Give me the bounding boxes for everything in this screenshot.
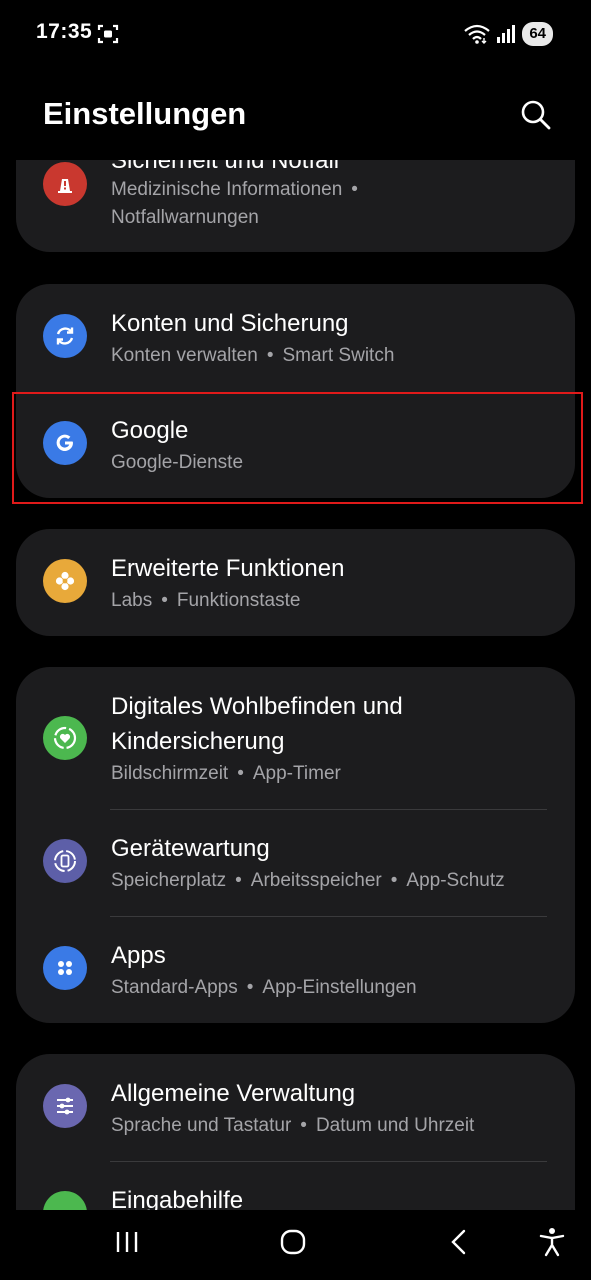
- settings-item-subtitle: Sprache und Tastatur • Datum und Uhrzeit: [111, 1115, 475, 1136]
- settings-item-title: Allgemeine Verwaltung: [111, 1080, 356, 1107]
- screenshot-icon: [97, 24, 119, 44]
- accessibility-icon: [43, 1191, 87, 1210]
- settings-card-general: Allgemeine Verwaltung Sprache und Tastat…: [16, 1054, 575, 1210]
- settings-item-title: Gerätewartung: [111, 835, 270, 862]
- settings-item-digital-wellbeing[interactable]: Digitales Wohlbefinden und Kindersicheru…: [16, 667, 575, 809]
- settings-item-device-care[interactable]: Gerätewartung Speicherplatz • Arbeitsspeic…: [16, 809, 575, 916]
- settings-item-advanced-features[interactable]: Erweiterte Funktionen Labs • Funktionstast…: [16, 529, 575, 636]
- settings-card-wellbeing: Digitales Wohlbefinden und Kindersicheru…: [16, 667, 575, 1023]
- highlight-box: [12, 392, 583, 504]
- home-icon: [280, 1229, 306, 1255]
- settings-item-accessibility[interactable]: Eingabehilfe: [16, 1161, 575, 1210]
- signal-icon: [497, 25, 516, 43]
- accessibility-shortcut-icon: [539, 1228, 565, 1257]
- status-bar: 17:35 64: [0, 0, 591, 68]
- settings-item-subtitle: Standard-Apps • App-Einstellungen: [111, 977, 417, 998]
- wellbeing-icon: [43, 716, 87, 760]
- settings-item-title: Erweiterte Funktionen: [111, 555, 345, 582]
- page-title: Einstellungen: [43, 96, 247, 131]
- advanced-features-icon: [43, 559, 87, 603]
- settings-item-subtitle: Labs • Funktionstaste: [111, 590, 301, 611]
- home-button[interactable]: [269, 1222, 317, 1262]
- settings-item-title-line2: Kindersicherung: [111, 728, 285, 755]
- search-icon[interactable]: [517, 96, 555, 134]
- status-time: 17:35: [36, 20, 93, 43]
- battery-indicator: 64: [522, 22, 553, 46]
- back-button[interactable]: [435, 1222, 483, 1262]
- accessibility-shortcut-button[interactable]: [528, 1222, 576, 1262]
- settings-card-advanced: Erweiterte Funktionen Labs • Funktionstast…: [16, 529, 575, 636]
- settings-item-title: Digitales Wohlbefinden und: [111, 693, 403, 720]
- settings-item-subtitle: Konten verwalten • Smart Switch: [111, 345, 395, 366]
- settings-item-title: Apps: [111, 942, 166, 969]
- settings-item-subtitle: Speicherplatz • Arbeitsspeicher • App-Schutz: [111, 870, 505, 891]
- sliders-icon: [43, 1084, 87, 1128]
- recent-apps-button[interactable]: [103, 1222, 151, 1262]
- alert-icon: [43, 162, 87, 206]
- device-care-icon: [43, 839, 87, 883]
- settings-item-subtitle-2: Notfallwarnungen: [111, 207, 259, 228]
- navigation-bar: [0, 1210, 591, 1280]
- recent-apps-icon: [116, 1232, 138, 1252]
- settings-card-safety: Sicherheit und Notfall Medizinische Info…: [16, 160, 575, 252]
- wifi-icon: [464, 24, 491, 44]
- settings-item-subtitle: Medizinische Informationen •: [111, 179, 358, 200]
- sync-icon: [43, 314, 87, 358]
- settings-item-accounts-backup[interactable]: Konten und Sicherung Konten verwalten • Sm…: [16, 284, 575, 391]
- settings-item-title: Eingabehilfe: [111, 1187, 244, 1210]
- settings-item-apps[interactable]: Apps Standard-Apps • App-Einstellungen: [16, 916, 575, 1023]
- settings-item-title: Konten und Sicherung: [111, 310, 349, 337]
- back-icon: [451, 1229, 466, 1255]
- status-icons: 64: [464, 21, 553, 47]
- settings-item-subtitle: Bildschirmzeit • App-Timer: [111, 763, 341, 784]
- settings-item-safety[interactable]: Sicherheit und Notfall Medizinische Info…: [16, 160, 575, 252]
- settings-item-general-management[interactable]: Allgemeine Verwaltung Sprache und Tastat…: [16, 1054, 575, 1161]
- settings-list[interactable]: Sicherheit und Notfall Medizinische Info…: [0, 160, 591, 1210]
- apps-icon: [43, 946, 87, 990]
